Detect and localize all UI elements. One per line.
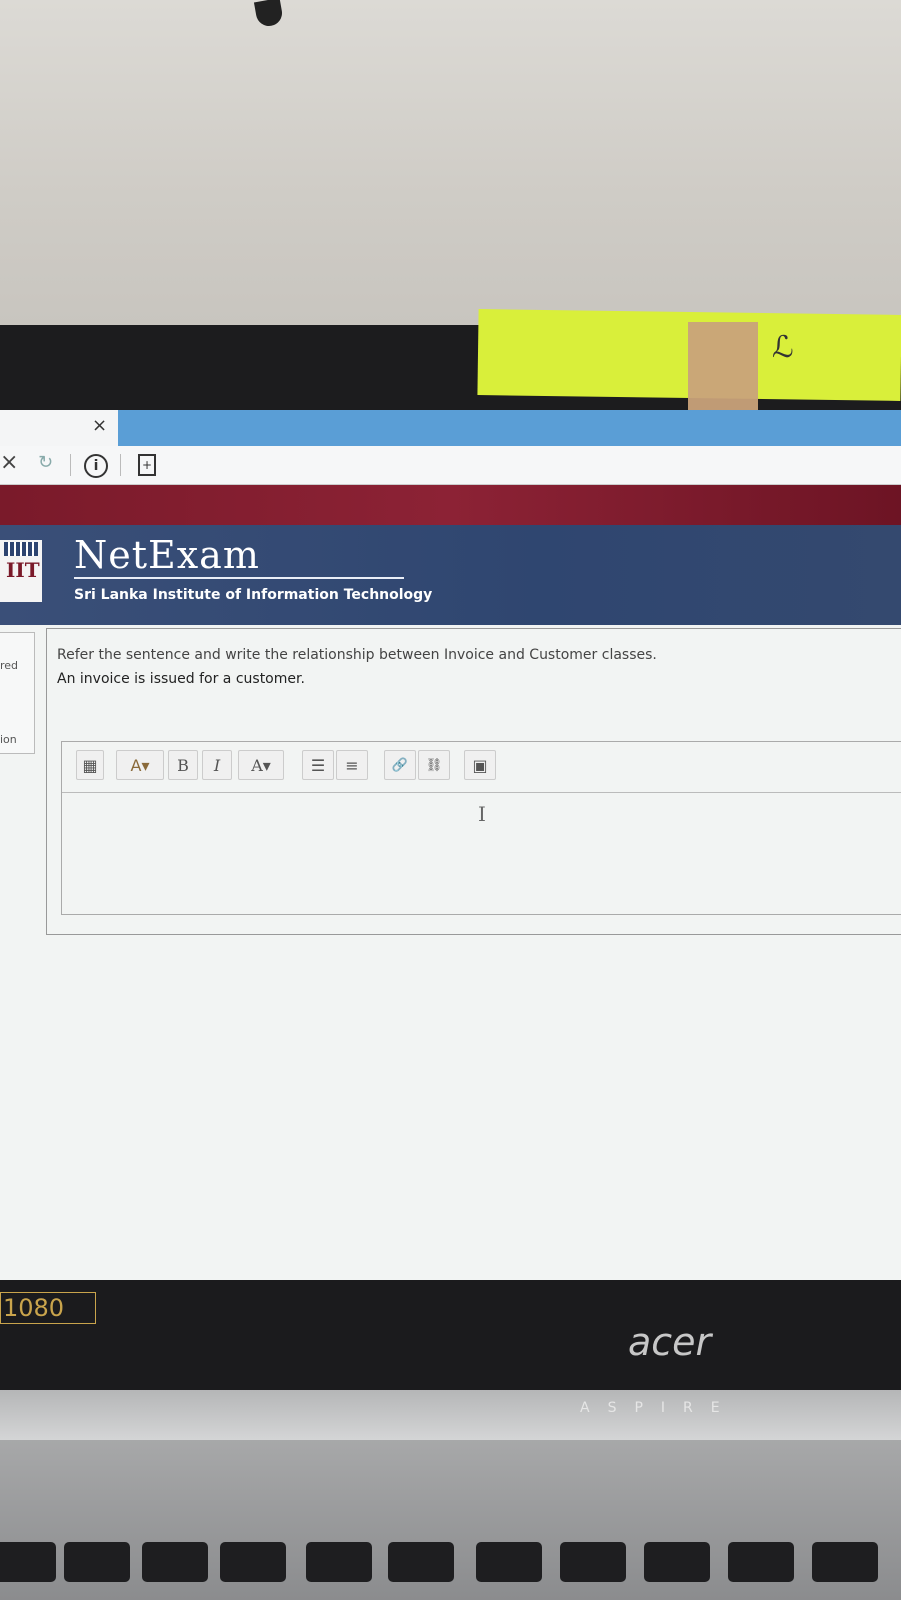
key[interactable] (388, 1542, 454, 1582)
page-icon[interactable]: + (138, 454, 156, 476)
brand-logo: acer (628, 1320, 712, 1364)
title-underline (74, 577, 404, 579)
ordered-list-button[interactable]: ≡ (336, 750, 368, 780)
wall-background (0, 0, 901, 325)
sliit-logo: IIT (0, 540, 42, 602)
site-info-icon[interactable]: i (84, 454, 108, 478)
model-label: ASPIRE (580, 1400, 738, 1416)
site-header: IIT NetExam Sri Lanka Institute of Infor… (0, 525, 901, 625)
text-cursor-icon: I (478, 802, 486, 826)
tab-close-icon[interactable]: × (92, 415, 107, 436)
status-label: ion (0, 733, 17, 746)
key[interactable] (812, 1542, 878, 1582)
italic-button[interactable]: I (202, 750, 232, 780)
header-red-band (0, 485, 901, 525)
key[interactable] (560, 1542, 626, 1582)
key[interactable] (728, 1542, 794, 1582)
image-button[interactable]: ▣ (464, 750, 496, 780)
unordered-list-button[interactable]: ☰ (302, 750, 334, 780)
laptop-hinge: ASPIRE (0, 1390, 901, 1440)
institute-name: Sri Lanka Institute of Information Techn… (74, 587, 433, 603)
browser-tab[interactable]: × (0, 410, 118, 446)
tab-strip-fill (118, 410, 901, 446)
key[interactable] (644, 1542, 710, 1582)
divider (70, 454, 71, 476)
browser-navbar: × ↻ i + (0, 446, 901, 485)
keyboard-deck (0, 1440, 901, 1600)
tape (688, 322, 758, 412)
question-panel: Refer the sentence and write the relatio… (46, 628, 901, 935)
app-title: NetExam (74, 533, 260, 577)
bold-button[interactable]: B (168, 750, 198, 780)
laptop-bottom-bezel: 1080 acer (0, 1280, 901, 1390)
key[interactable] (142, 1542, 208, 1582)
sticky-scribble: ℒ (772, 330, 794, 365)
stop-icon[interactable]: × (0, 450, 18, 475)
key[interactable] (476, 1542, 542, 1582)
screen: × × ↻ i + IIT NetExam Sri Lanka Institut… (0, 410, 901, 1280)
question-sentence: An invoice is issued for a customer. (57, 671, 305, 687)
resolution-badge: 1080 (0, 1292, 96, 1324)
font-style-button[interactable]: A▾ (116, 750, 164, 780)
key[interactable] (306, 1542, 372, 1582)
unlink-button[interactable]: ⛓ (418, 750, 450, 780)
divider (120, 454, 121, 476)
logo-grid (4, 542, 38, 556)
reload-icon[interactable]: ↻ (38, 452, 53, 473)
font-color-button[interactable]: A▾ (238, 750, 284, 780)
key[interactable] (220, 1542, 286, 1582)
question-status-panel: red ion (0, 632, 35, 754)
key[interactable] (64, 1542, 130, 1582)
link-button[interactable]: 🔗 (384, 750, 416, 780)
answer-editor: ▦ A▾ B I A▾ ☰ ≡ 🔗 ⛓ ▣ I (61, 741, 901, 915)
logo-text: IIT (6, 558, 40, 582)
key[interactable] (0, 1542, 56, 1582)
status-label: red (0, 659, 19, 672)
toolbar-toggle-button[interactable]: ▦ (76, 750, 104, 780)
editor-toolbar: ▦ A▾ B I A▾ ☰ ≡ 🔗 ⛓ ▣ (62, 742, 901, 793)
question-prompt: Refer the sentence and write the relatio… (57, 647, 657, 663)
tab-bar: × (0, 410, 901, 446)
